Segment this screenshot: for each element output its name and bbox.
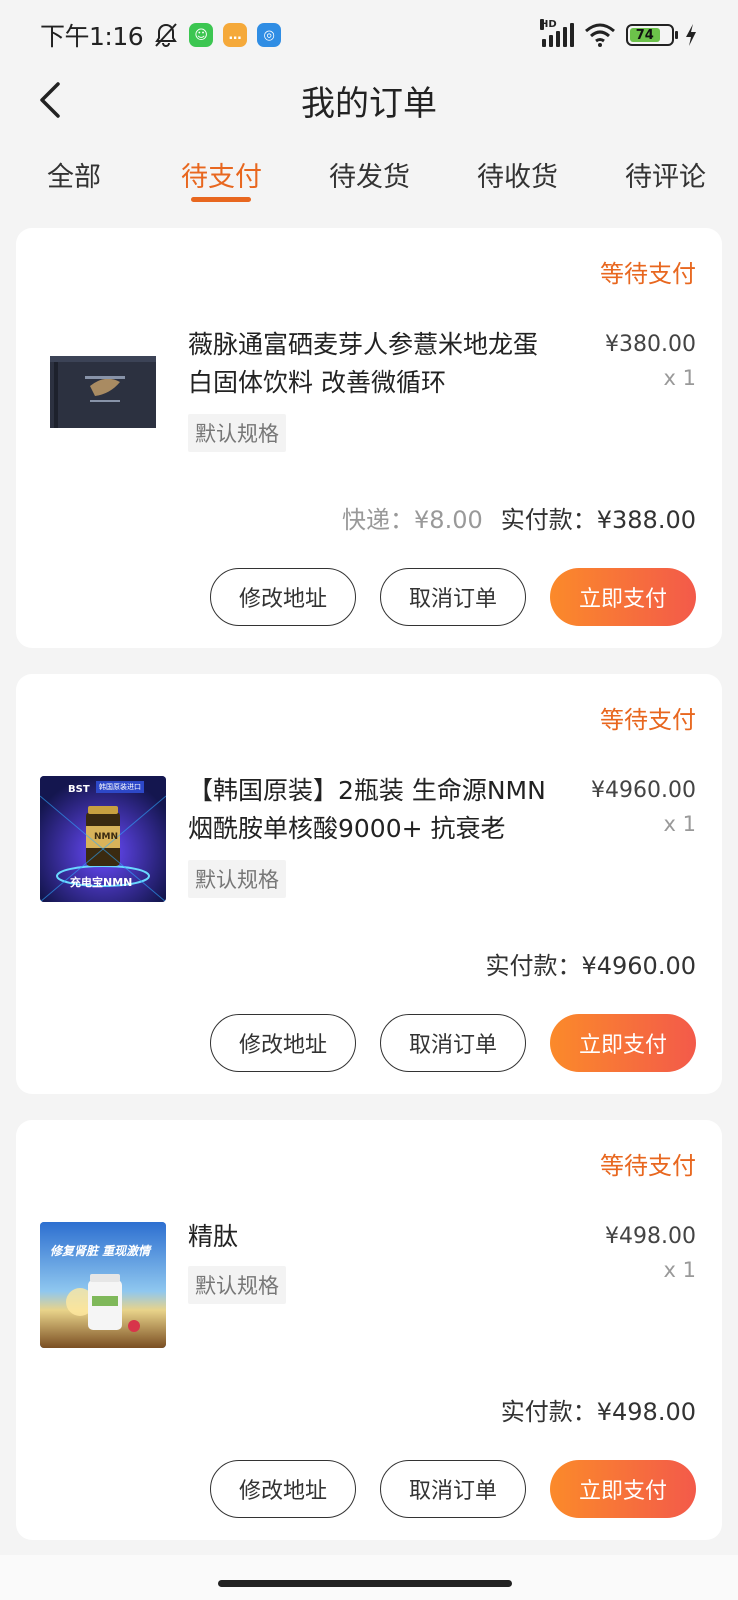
order-status: 等待支付 (600, 706, 696, 734)
total-paid: 实付款：¥388.00 (500, 506, 696, 534)
status-time: 下午1:16 (40, 22, 144, 51)
order-tabs: 全部 待支付 待发货 待收货 待评论 (0, 145, 738, 205)
status-bar: 下午1:16 ☺ … ◎ HD 74 (0, 0, 738, 70)
message-yellow-icon: … (223, 23, 248, 47)
product-thumbnail[interactable]: BST 韩国原装进口 NMN 充电宝NMN (40, 776, 166, 902)
tab-pending-receipt[interactable]: 待收货 (477, 155, 558, 194)
shipping-fee: 快递：¥8.00 (342, 506, 483, 534)
order-card: 等待支付 薇脉通富硒麦芽人参薏米地龙蛋白固体饮料 改善微循环 默认规格 ¥380… (16, 228, 722, 648)
product-price: ¥380.00 (605, 332, 696, 357)
product-spec: 默认规格 (188, 860, 286, 898)
order-totals: 快递：¥8.00 实付款：¥388.00 (342, 500, 696, 535)
tab-pending-review[interactable]: 待评论 (625, 155, 706, 194)
product-box-image (50, 356, 156, 428)
product-spec: 默认规格 (188, 414, 286, 452)
cancel-order-button[interactable]: 取消订单 (380, 568, 526, 626)
product-name[interactable]: 精肽 (188, 1218, 548, 1256)
hd-label: HD (540, 19, 557, 30)
tab-pending-payment[interactable]: 待支付 (181, 155, 262, 194)
product-quantity: x 1 (663, 1258, 696, 1282)
product-price: ¥498.00 (605, 1224, 696, 1249)
product-slogan: 充电宝NMN (70, 876, 133, 889)
order-actions: 修改地址 取消订单 立即支付 (210, 1460, 696, 1518)
product-name[interactable]: 【韩国原装】2瓶装 生命源NMN 烟酰胺单核酸9000+ 抗衰老 (188, 772, 548, 848)
brand-label: BST (68, 784, 90, 795)
product-price: ¥4960.00 (591, 778, 696, 803)
tab-pending-shipment[interactable]: 待发货 (329, 155, 410, 194)
order-actions: 修改地址 取消订单 立即支付 (210, 568, 696, 626)
order-status: 等待支付 (600, 1152, 696, 1180)
product-thumbnail[interactable]: 修复肾脏 重现激情 (40, 1222, 166, 1348)
order-status: 等待支付 (600, 260, 696, 288)
order-totals: 实付款：¥498.00 (501, 1392, 696, 1427)
tab-all[interactable]: 全部 (47, 155, 101, 194)
product-thumbnail[interactable] (40, 316, 166, 442)
import-badge: 韩国原装进口 (96, 781, 144, 793)
bottom-area (0, 1555, 738, 1600)
order-card: 等待支付 BST 韩国原装进口 NMN 充电宝NMN 【韩国原装】2瓶装 生命源… (16, 674, 722, 1094)
order-card: 等待支付 修复肾脏 重现激情 精肽 默认规格 ¥498.00 x 1 实付款：¥… (16, 1120, 722, 1540)
cancel-order-button[interactable]: 取消订单 (380, 1460, 526, 1518)
product-name[interactable]: 薇脉通富硒麦芽人参薏米地龙蛋白固体饮料 改善微循环 (188, 326, 548, 402)
signal-icon: HD (540, 19, 574, 47)
active-tab-indicator (191, 197, 251, 202)
pay-now-button[interactable]: 立即支付 (550, 568, 696, 626)
battery-level: 74 (630, 28, 660, 43)
product-slogan: 修复肾脏 重现激情 (50, 1244, 151, 1258)
product-peptide-image (40, 1222, 166, 1348)
back-button[interactable] (30, 78, 70, 122)
chevron-left-icon (40, 82, 60, 118)
charging-icon (686, 24, 696, 46)
bottle-label: NMN (94, 832, 119, 842)
product-quantity: x 1 (663, 366, 696, 390)
total-paid: 实付款：¥4960.00 (485, 952, 696, 980)
modify-address-button[interactable]: 修改地址 (210, 1460, 356, 1518)
pay-now-button[interactable]: 立即支付 (550, 1014, 696, 1072)
browser-blue-icon: ◎ (257, 23, 282, 47)
modify-address-button[interactable]: 修改地址 (210, 568, 356, 626)
modify-address-button[interactable]: 修改地址 (210, 1014, 356, 1072)
header: 我的订单 (0, 70, 738, 130)
product-quantity: x 1 (663, 812, 696, 836)
wifi-icon (585, 23, 615, 47)
pay-now-button[interactable]: 立即支付 (550, 1460, 696, 1518)
home-indicator[interactable] (218, 1580, 512, 1587)
bell-muted-icon (155, 23, 178, 48)
total-paid: 实付款：¥498.00 (500, 1398, 696, 1426)
product-spec: 默认规格 (188, 1266, 286, 1304)
page-title: 我的订单 (301, 83, 437, 124)
app-green-icon: ☺ (189, 23, 214, 47)
order-totals: 实付款：¥4960.00 (485, 946, 696, 981)
order-actions: 修改地址 取消订单 立即支付 (210, 1014, 696, 1072)
battery-icon: 74 (626, 24, 678, 46)
cancel-order-button[interactable]: 取消订单 (380, 1014, 526, 1072)
